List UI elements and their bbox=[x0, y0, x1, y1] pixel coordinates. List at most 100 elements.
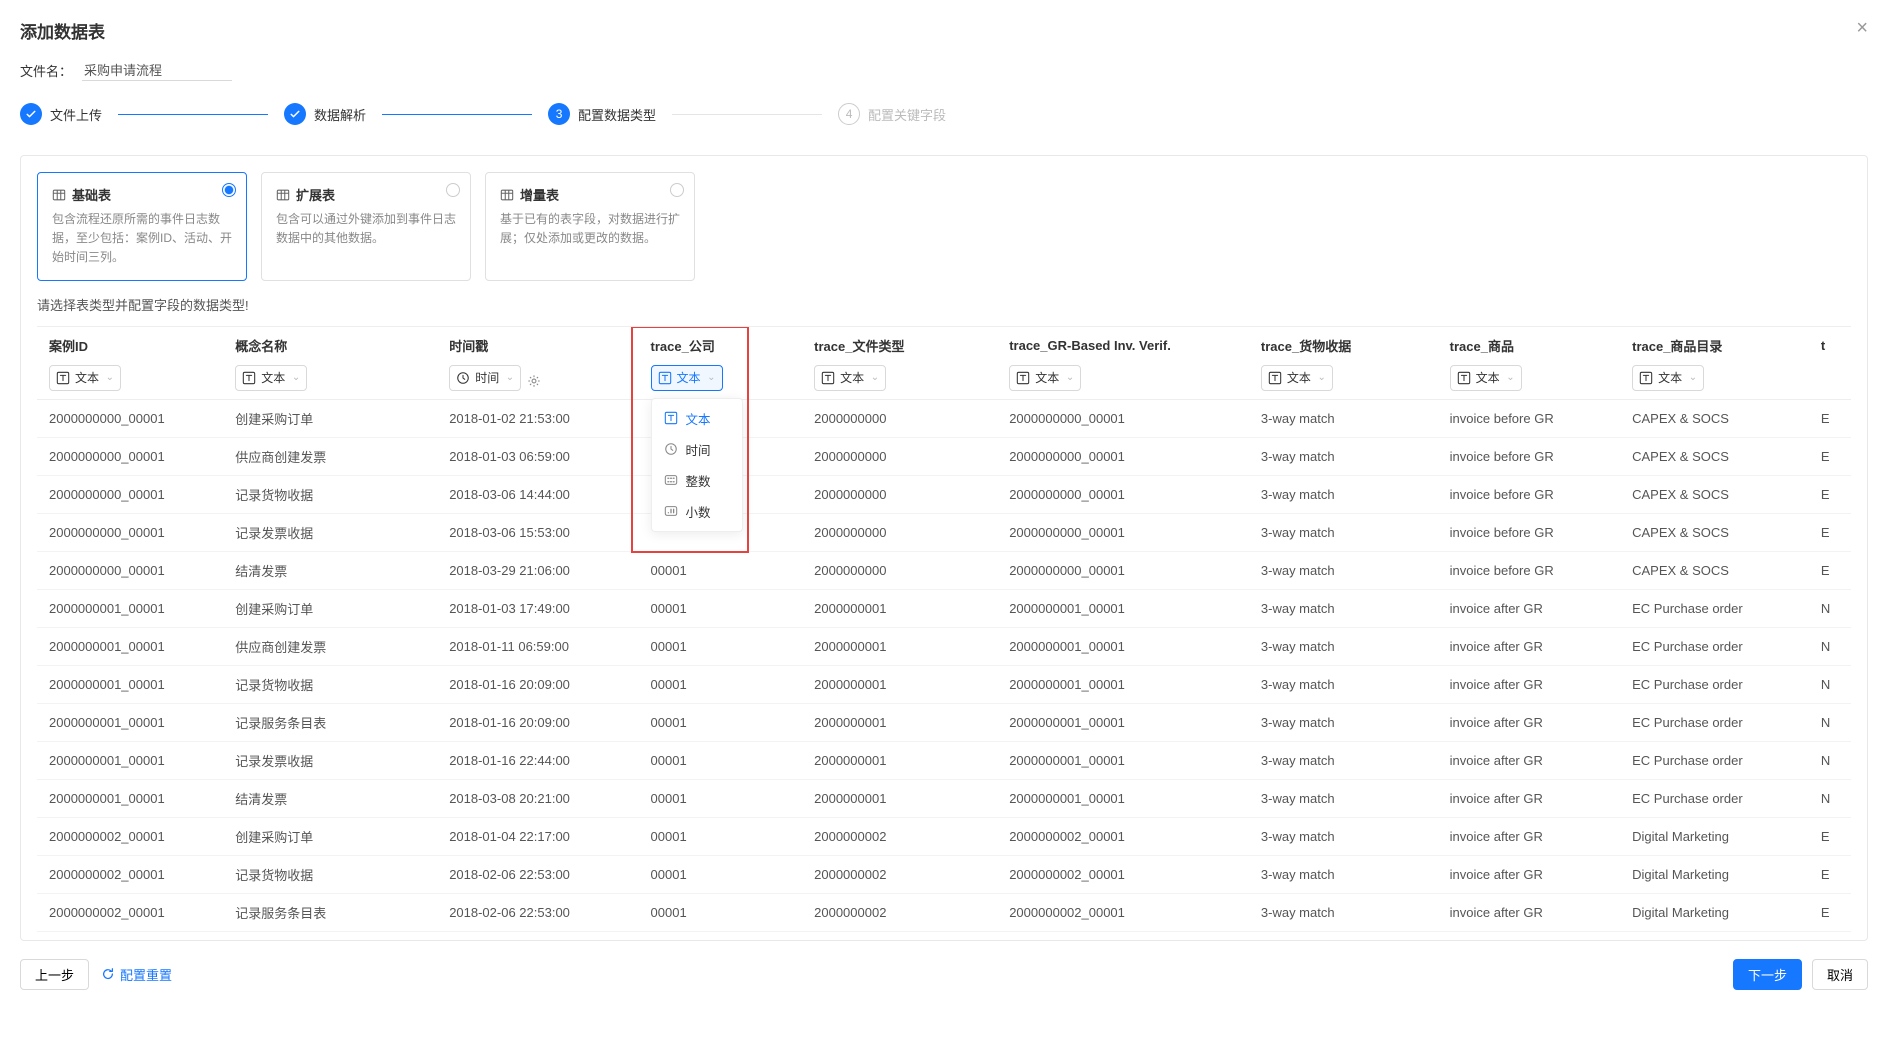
step-connector bbox=[672, 114, 822, 115]
table-cell: 2000000001 bbox=[802, 589, 997, 627]
dropdown-item-label: 小数 bbox=[686, 502, 711, 521]
table-cell: 2018-01-03 17:49:00 bbox=[437, 589, 638, 627]
gear-icon[interactable] bbox=[527, 374, 541, 388]
table-cell: 记录服务条目表 bbox=[223, 703, 437, 741]
column-type-select[interactable]: 文本⌄ bbox=[1450, 365, 1522, 391]
table-row: 2000000001_00001记录服务条目表2018-01-16 20:09:… bbox=[37, 703, 1851, 741]
table-cell: E bbox=[1809, 893, 1851, 931]
table-cell: 2018-02-06 22:53:00 bbox=[437, 893, 638, 931]
table-cell: 3-way match bbox=[1249, 589, 1438, 627]
column-header: trace_GR-Based Inv. Verif. bbox=[997, 327, 1249, 359]
dropdown-item-int[interactable]: 整数 bbox=[652, 465, 742, 496]
dropdown-item-time[interactable]: 时间 bbox=[652, 434, 742, 465]
type-card-2[interactable]: 增量表基于已有的表字段，对数据进行扩展；仅处添加或更改的数据。 bbox=[485, 172, 695, 281]
next-button[interactable]: 下一步 bbox=[1733, 959, 1802, 990]
chevron-down-icon: ⌄ bbox=[292, 372, 300, 383]
dropdown-item-text[interactable]: 文本 bbox=[652, 403, 742, 434]
table-cell: invoice after GR bbox=[1438, 855, 1620, 893]
column-type-select[interactable]: 文本⌄ bbox=[1261, 365, 1333, 391]
table-row: 2000000001_00001记录发票收据2018-01-16 22:44:0… bbox=[37, 741, 1851, 779]
table-cell: 2018-03-06 15:53:00 bbox=[437, 513, 638, 551]
table-cell: 记录发票收据 bbox=[223, 741, 437, 779]
table-row: 2000000002_00001记录货物收据2018-02-06 22:53:0… bbox=[37, 855, 1851, 893]
select-label: 文本 bbox=[840, 369, 866, 386]
table-cell: 2000000000_00001 bbox=[37, 399, 223, 437]
table-cell: 2000000001_00001 bbox=[37, 779, 223, 817]
table-cell: 记录发票收据 bbox=[223, 513, 437, 551]
column-type-select[interactable]: 文本 ⌄ bbox=[814, 365, 886, 391]
type-card-title: 增量表 bbox=[520, 185, 559, 204]
table-cell: 2000000002_00001 bbox=[997, 817, 1249, 855]
prev-button[interactable]: 上一步 bbox=[20, 959, 89, 990]
step-3: 3配置数据类型 bbox=[548, 103, 656, 125]
text-icon bbox=[56, 371, 70, 385]
column-type-select[interactable]: 文本⌄ bbox=[235, 365, 307, 391]
table-cell: E bbox=[1809, 399, 1851, 437]
table-cell: 2018-01-02 21:53:00 bbox=[437, 399, 638, 437]
table-cell: CAPEX & SOCS bbox=[1620, 475, 1809, 513]
table-cell: 3-way match bbox=[1249, 627, 1438, 665]
type-card-title: 基础表 bbox=[72, 185, 111, 204]
step-connector bbox=[382, 114, 532, 115]
chevron-down-icon: ⌄ bbox=[506, 372, 514, 383]
table-cell: CAPEX & SOCS bbox=[1620, 513, 1809, 551]
table-cell: invoice before GR bbox=[1438, 399, 1620, 437]
select-label: 文本 bbox=[1035, 369, 1061, 386]
chevron-down-icon: ⌄ bbox=[871, 372, 879, 383]
table-cell: 2000000000 bbox=[802, 551, 997, 589]
table-cell: 2000000000 bbox=[802, 475, 997, 513]
column-header: trace_文件类型 bbox=[802, 327, 997, 359]
type-card-1[interactable]: 扩展表包含可以通过外键添加到事件日志数据中的其他数据。 bbox=[261, 172, 471, 281]
table-cell: invoice after GR bbox=[1438, 627, 1620, 665]
table-row: 2000000001_00001供应商创建发票2018-01-11 06:59:… bbox=[37, 627, 1851, 665]
cancel-button[interactable]: 取消 bbox=[1812, 959, 1868, 990]
table-cell: 2000000000_00001 bbox=[997, 475, 1249, 513]
table-row: 2000000002_00001创建采购订单2018-01-04 22:17:0… bbox=[37, 817, 1851, 855]
radio-icon bbox=[446, 183, 460, 197]
table-cell: 记录货物收据 bbox=[223, 475, 437, 513]
column-header: 时间戳 bbox=[437, 327, 638, 359]
column-type-select[interactable]: 文本⌄ bbox=[651, 365, 723, 391]
table-cell: 2000000002 bbox=[802, 855, 997, 893]
text-icon bbox=[1268, 371, 1282, 385]
reset-label: 配置重置 bbox=[120, 965, 172, 984]
chevron-down-icon: ⌄ bbox=[106, 372, 114, 383]
table-cell: 2000000001_00001 bbox=[997, 703, 1249, 741]
column-header: trace_货物收据 bbox=[1249, 327, 1438, 359]
table-cell: 00001 bbox=[639, 817, 803, 855]
step-2: 数据解析 bbox=[284, 103, 366, 125]
dropdown-item-label: 整数 bbox=[686, 471, 711, 490]
table-cell: invoice after GR bbox=[1438, 703, 1620, 741]
table-cell: 记录货物收据 bbox=[223, 855, 437, 893]
step-1: 文件上传 bbox=[20, 103, 102, 125]
table-cell: 2000000001_00001 bbox=[37, 627, 223, 665]
step-label: 文件上传 bbox=[50, 105, 102, 124]
time-icon bbox=[456, 371, 470, 385]
table-cell: 2000000002 bbox=[802, 817, 997, 855]
reset-config-link[interactable]: 配置重置 bbox=[101, 965, 172, 984]
table-cell: 3-way match bbox=[1249, 665, 1438, 703]
table-cell: 2018-01-11 06:59:00 bbox=[437, 627, 638, 665]
int-icon bbox=[664, 473, 678, 487]
table-cell: 3-way match bbox=[1249, 551, 1438, 589]
table-cell: 2000000000 bbox=[802, 437, 997, 475]
helper-text: 请选择表类型并配置字段的数据类型! bbox=[37, 295, 1851, 314]
table-cell: 3-way match bbox=[1249, 513, 1438, 551]
table-cell: 3-way match bbox=[1249, 399, 1438, 437]
modal-title: 添加数据表 bbox=[20, 18, 105, 43]
type-card-0[interactable]: 基础表包含流程还原所需的事件日志数据，至少包括：案例ID、活动、开始时间三列。 bbox=[37, 172, 247, 281]
filename-input[interactable] bbox=[82, 59, 232, 81]
column-type-select[interactable]: 文本⌄ bbox=[1009, 365, 1081, 391]
column-type-select[interactable]: 时间⌄ bbox=[449, 365, 521, 391]
table-cell: 2000000000_00001 bbox=[997, 437, 1249, 475]
select-label: 文本 bbox=[1476, 369, 1502, 386]
table-cell: 2018-02-06 22:53:00 bbox=[437, 855, 638, 893]
dropdown-item-dec[interactable]: 小数 bbox=[652, 496, 742, 527]
step-label: 配置数据类型 bbox=[578, 105, 656, 124]
table-cell: 2000000000 bbox=[802, 513, 997, 551]
column-type-select[interactable]: 文本⌄ bbox=[1632, 365, 1704, 391]
table-cell: 00001 bbox=[639, 893, 803, 931]
close-icon[interactable]: × bbox=[1856, 18, 1868, 38]
table-cell: 创建采购订单 bbox=[223, 399, 437, 437]
column-type-select[interactable]: 文本⌄ bbox=[49, 365, 121, 391]
